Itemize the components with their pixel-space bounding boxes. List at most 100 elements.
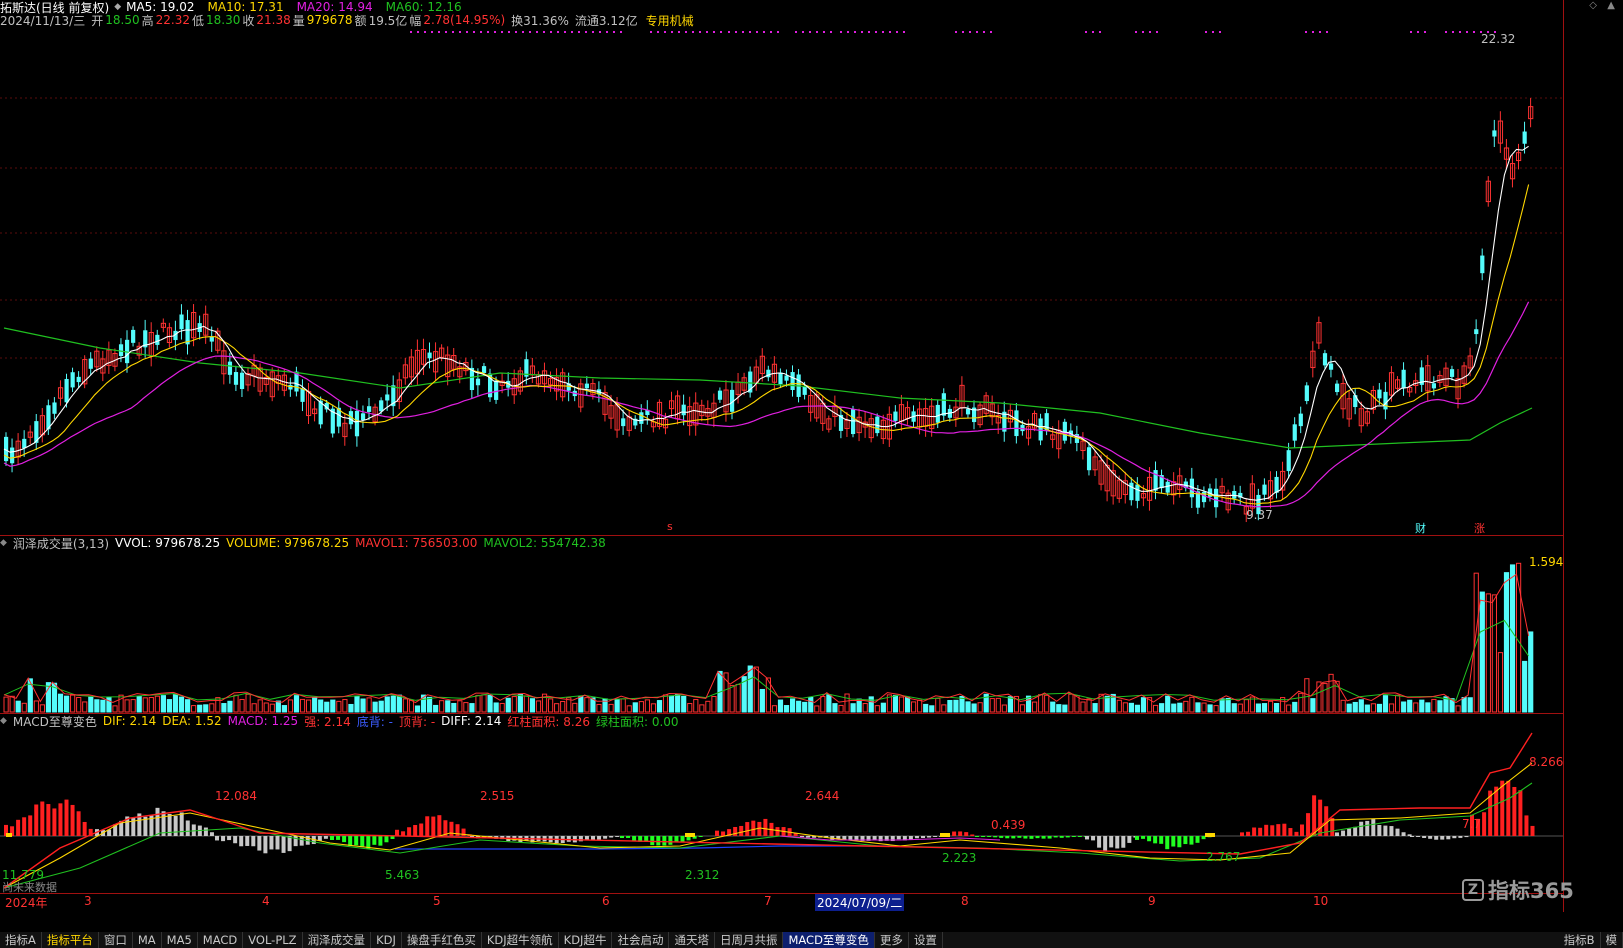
macd-bar	[620, 836, 624, 839]
volume-bar	[1401, 701, 1407, 713]
volume-bar	[868, 696, 874, 713]
expand-icon[interactable]: ▲	[1607, 0, 1615, 11]
macd-indicator-name[interactable]: MACD至尊变色	[13, 713, 97, 730]
signal-dot	[1205, 31, 1207, 33]
volume-bar	[656, 700, 663, 713]
volume-indicator-name[interactable]: 润泽成交量(3,13)	[13, 535, 109, 552]
macd-bar	[401, 831, 406, 836]
signal-dot	[438, 31, 440, 33]
macd-bar	[1041, 836, 1046, 839]
volume-bar	[790, 698, 796, 713]
signal-dot	[770, 31, 772, 33]
open-label: 开	[91, 13, 104, 28]
tab-4[interactable]: MA5	[162, 932, 198, 948]
signal-dot	[592, 31, 594, 33]
macd-bar	[1518, 790, 1523, 836]
tab-7[interactable]: 润泽成交量	[303, 932, 372, 948]
chevron-down-icon[interactable]: ◆	[114, 2, 121, 12]
macd-bar	[1341, 830, 1346, 836]
volume-bar	[820, 695, 826, 713]
volume-bar	[1522, 660, 1528, 713]
volume-bar	[312, 697, 318, 713]
change-label: 幅	[409, 13, 422, 28]
volume-bar	[45, 682, 52, 713]
tab-1[interactable]: 指标平台	[42, 932, 99, 948]
candle-down	[1214, 488, 1219, 508]
tab-0[interactable]: 指标A	[0, 932, 42, 948]
signal-dot	[508, 31, 510, 33]
tab-11[interactable]: KDJ超牛	[559, 932, 613, 948]
tab-9[interactable]: 操盘手红色买	[402, 932, 482, 948]
tab-14[interactable]: 日周月共振	[715, 932, 784, 948]
volume-bar	[1165, 695, 1171, 713]
volume-bar	[1213, 705, 1219, 713]
volume-bar	[330, 699, 336, 713]
volume-bar	[548, 698, 554, 713]
volume-bar	[3, 696, 9, 713]
volume-bar	[572, 702, 578, 713]
macd-bar	[1359, 821, 1364, 836]
volume-bar	[390, 695, 396, 713]
macd-bar	[1500, 780, 1505, 836]
macd-bar	[1335, 832, 1339, 836]
volume-bar	[1128, 702, 1135, 713]
diamond-icon[interactable]: ◇	[1589, 0, 1597, 11]
event-marker-zhang[interactable]: 涨	[1474, 520, 1485, 536]
volume-bar	[1340, 699, 1346, 713]
volume-bar	[898, 696, 905, 713]
signal-dot	[1445, 31, 1447, 33]
macd-chart[interactable]	[0, 728, 1563, 893]
volume-bar	[517, 693, 523, 713]
volume-bar	[838, 704, 844, 713]
tab-17[interactable]: 设置	[909, 932, 943, 948]
volume-bar	[596, 703, 602, 713]
macd-bar	[233, 836, 238, 844]
tab-2[interactable]: 窗口	[99, 932, 133, 948]
candle-down	[584, 383, 589, 389]
event-marker-cai[interactable]: 财	[1415, 520, 1426, 536]
volume-bar	[941, 704, 947, 713]
volume-chart[interactable]	[0, 550, 1563, 713]
event-marker-s[interactable]: s	[667, 520, 673, 533]
macd-bar	[1059, 836, 1064, 838]
candle-down	[185, 320, 190, 345]
macd-bar	[70, 804, 75, 836]
volume-bar	[263, 702, 269, 713]
date-label: 2024/11/13/三	[0, 13, 86, 28]
volume-bar	[1177, 702, 1183, 713]
candle-down	[1153, 470, 1158, 491]
tab-10[interactable]: KDJ超牛领航	[482, 932, 559, 948]
tab-3[interactable]: MA	[133, 932, 162, 948]
tab-15[interactable]: MACD至尊变色	[783, 932, 875, 948]
candle-down	[778, 372, 783, 385]
sector-label[interactable]: 专用机械	[646, 12, 694, 29]
volume-bar	[21, 702, 27, 713]
macd-bar	[1264, 824, 1269, 836]
volume-bar	[1286, 704, 1292, 713]
high-label: 高	[141, 13, 154, 28]
candle-down	[209, 336, 214, 342]
tab-5[interactable]: MACD	[198, 932, 244, 948]
macd-bar	[1306, 813, 1311, 836]
volume-bar	[124, 699, 130, 713]
right-tab-1[interactable]: 模	[1601, 932, 1623, 948]
axis-label-7: 7	[764, 894, 772, 908]
candle-down	[1492, 130, 1497, 137]
gear-icon-2[interactable]: ◆	[0, 716, 7, 726]
tab-6[interactable]: VOL-PLZ	[243, 932, 303, 948]
tab-8[interactable]: KDJ	[371, 932, 402, 948]
macd-bar	[58, 803, 63, 836]
macd-bar	[269, 836, 274, 850]
gear-icon[interactable]: ◆	[0, 538, 7, 548]
tab-12[interactable]: 社会启动	[612, 932, 670, 948]
tab-13[interactable]: 通天塔	[669, 932, 715, 948]
candle-down	[1062, 421, 1067, 441]
macd-bar	[64, 799, 69, 836]
close-value: 21.38	[256, 13, 291, 27]
macd-bar	[239, 836, 244, 847]
macd-bar	[1270, 825, 1275, 836]
price-chart[interactable]	[0, 28, 1563, 535]
tab-16[interactable]: 更多	[875, 932, 909, 948]
macd-bar	[179, 812, 184, 836]
right-tab-0[interactable]: 指标B	[1559, 932, 1601, 948]
